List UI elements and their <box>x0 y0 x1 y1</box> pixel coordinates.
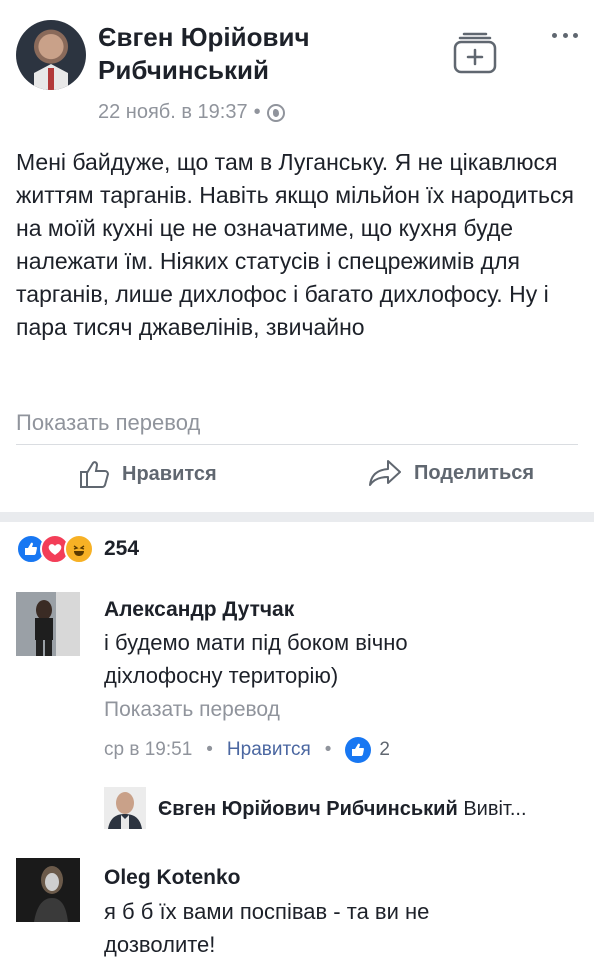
meta-separator: • <box>253 101 261 123</box>
comment-time[interactable]: ср в 19:51 <box>104 739 192 761</box>
save-post-icon[interactable] <box>452 30 498 74</box>
section-separator <box>0 512 594 522</box>
comment-show-translation[interactable]: Показать перевод <box>104 698 280 722</box>
reply-preview[interactable]: Євген Юрійович Рибчинський Вивіт... <box>158 798 578 821</box>
comment-author[interactable]: Александр Дутчак <box>104 598 294 622</box>
thumbs-up-icon <box>80 461 110 488</box>
share-label: Поделиться <box>414 461 535 484</box>
like-button[interactable]: Нравится <box>78 458 217 490</box>
comment-author[interactable]: Oleg Kotenko <box>104 866 241 890</box>
comment-like-link[interactable]: Нравится <box>227 739 311 761</box>
post-meta: 22 нояб. в 19:37 • <box>98 101 285 124</box>
share-button[interactable]: Поделиться <box>368 458 534 488</box>
comment-like-icon <box>345 737 372 763</box>
haha-reaction-icon <box>64 534 94 564</box>
post-text: Мені байдуже, що там в Луганську. Я не ц… <box>16 149 574 340</box>
comment-like-count: 2 <box>379 739 390 760</box>
post-header: Євген Юрійович Рибчинський 22 нояб. в 19… <box>0 0 594 140</box>
share-icon <box>369 460 401 486</box>
reactions-summary[interactable]: 254 <box>16 534 139 564</box>
reply-avatar[interactable] <box>104 787 146 829</box>
comment-meta: ср в 19:51 • Нравится • 2 <box>104 737 390 763</box>
divider <box>16 444 578 445</box>
reply-author[interactable]: Євген Юрійович Рибчинський <box>158 798 458 820</box>
globe-icon <box>266 103 285 122</box>
commenter-avatar[interactable] <box>16 592 80 656</box>
reaction-count: 254 <box>104 537 140 560</box>
author-name[interactable]: Євген Юрійович Рибчинський <box>98 21 418 87</box>
comment-text: я б б їх вами поспівав - та ви не дозвол… <box>104 899 430 957</box>
commenter-avatar[interactable] <box>16 858 80 922</box>
more-options-icon[interactable] <box>552 28 578 42</box>
post-timestamp[interactable]: 22 нояб. в 19:37 <box>98 101 248 124</box>
like-label: Нравится <box>122 462 217 485</box>
author-avatar[interactable] <box>16 20 86 90</box>
reply-text: Вивіт... <box>463 798 527 820</box>
show-translation-link[interactable]: Показать перевод <box>16 410 200 436</box>
comment-text: і будемо мати під боком вічно діхлофосну… <box>104 630 408 688</box>
